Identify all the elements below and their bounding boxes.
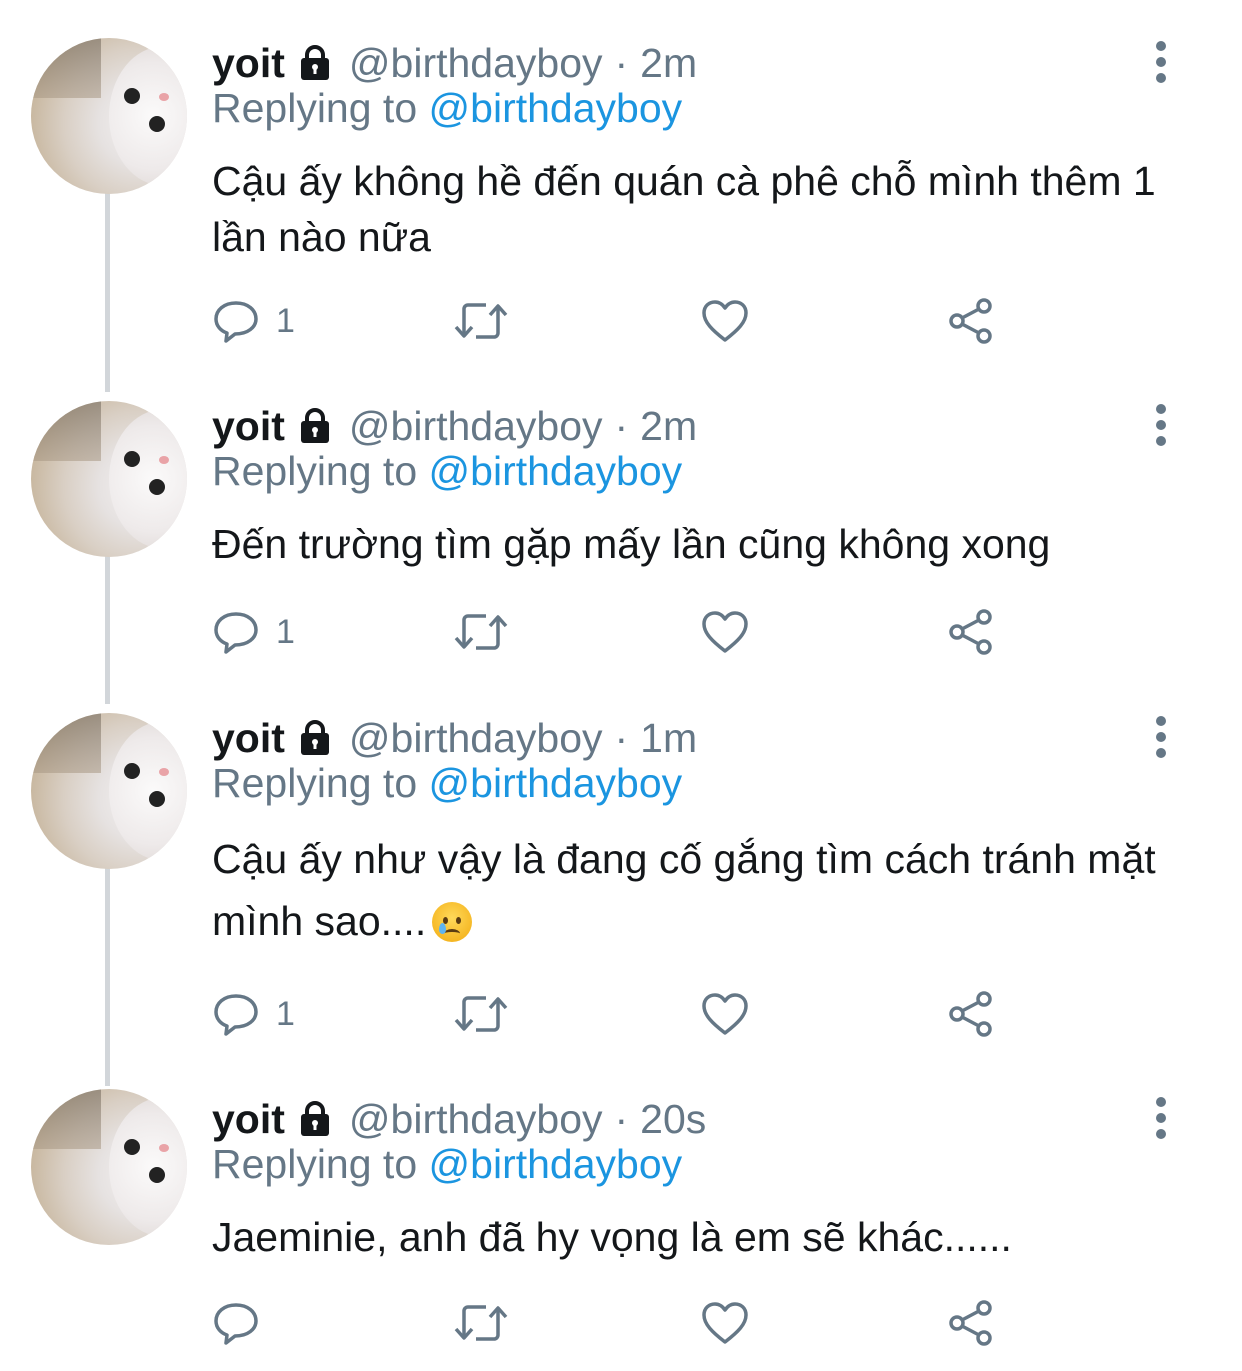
heart-icon bbox=[702, 1302, 748, 1344]
lock-icon bbox=[295, 718, 335, 758]
like-button[interactable] bbox=[700, 607, 750, 657]
like-button[interactable] bbox=[700, 296, 750, 346]
retweet-icon bbox=[454, 614, 508, 650]
user-handle[interactable]: @birthdayboy bbox=[349, 40, 603, 87]
separator-dot: · bbox=[614, 402, 629, 449]
more-vertical-icon[interactable] bbox=[1148, 715, 1174, 759]
reply-icon bbox=[214, 1303, 258, 1345]
reply-icon bbox=[214, 994, 258, 1036]
replying-to: Replying to @birthdayboy bbox=[212, 760, 682, 807]
crying-face-icon bbox=[432, 902, 473, 942]
tweet-body: Cậu ấy như vậy là đang cố gắng tìm cách … bbox=[212, 828, 1172, 952]
display-name[interactable]: yoit bbox=[212, 1096, 285, 1143]
retweet-button[interactable] bbox=[452, 989, 510, 1039]
tweet[interactable]: yoit @birthdayboy · 2m Replying to @birt… bbox=[0, 38, 1242, 368]
tweet-header: yoit @birthdayboy · 2m bbox=[212, 38, 697, 88]
retweet-button[interactable] bbox=[452, 296, 510, 346]
replying-to-mention[interactable]: @birthdayboy bbox=[429, 448, 683, 494]
share-icon bbox=[949, 1300, 992, 1346]
timestamp[interactable]: 1m bbox=[640, 715, 697, 762]
tweet[interactable]: yoit @birthdayboy · 2m Replying to @birt… bbox=[0, 401, 1242, 691]
like-button[interactable] bbox=[700, 1298, 750, 1348]
heart-icon bbox=[702, 611, 748, 653]
more-vertical-icon[interactable] bbox=[1148, 40, 1174, 84]
tweet[interactable]: yoit @birthdayboy · 1m Replying to @birt… bbox=[0, 713, 1242, 1063]
tweet-text: Cậu ấy không hề đến quán cà phê chỗ mình… bbox=[212, 158, 1156, 260]
display-name[interactable]: yoit bbox=[212, 403, 285, 450]
reply-icon bbox=[214, 301, 258, 343]
timestamp[interactable]: 2m bbox=[640, 403, 697, 450]
retweet-button[interactable] bbox=[452, 607, 510, 657]
replying-to-mention[interactable]: @birthdayboy bbox=[429, 85, 683, 131]
user-handle[interactable]: @birthdayboy bbox=[349, 403, 603, 450]
retweet-button[interactable] bbox=[452, 1298, 510, 1348]
replying-to-label: Replying to bbox=[212, 760, 418, 806]
timestamp[interactable]: 2m bbox=[640, 40, 697, 87]
timestamp[interactable]: 20s bbox=[640, 1096, 706, 1143]
user-handle[interactable]: @birthdayboy bbox=[349, 715, 603, 762]
like-button[interactable] bbox=[700, 989, 750, 1039]
tweet-text: Cậu ấy như vậy là đang cố gắng tìm cách … bbox=[212, 836, 1156, 944]
share-button[interactable] bbox=[946, 296, 996, 346]
replying-to-label: Replying to bbox=[212, 85, 418, 131]
reply-button[interactable] bbox=[212, 1298, 276, 1348]
retweet-icon bbox=[454, 1305, 508, 1341]
tweet-header: yoit @birthdayboy · 20s bbox=[212, 1094, 706, 1144]
display-name[interactable]: yoit bbox=[212, 40, 285, 87]
tweet-text: Đến trường tìm gặp mấy lần cũng không xo… bbox=[212, 521, 1051, 567]
replying-to: Replying to @birthdayboy bbox=[212, 85, 682, 132]
user-handle[interactable]: @birthdayboy bbox=[349, 1096, 603, 1143]
replying-to-mention[interactable]: @birthdayboy bbox=[429, 760, 683, 806]
share-button[interactable] bbox=[946, 1298, 996, 1348]
share-icon bbox=[949, 298, 992, 344]
separator-dot: · bbox=[614, 39, 629, 86]
share-icon bbox=[949, 609, 992, 655]
replying-to-mention[interactable]: @birthdayboy bbox=[429, 1141, 683, 1187]
reply-count: 1 bbox=[276, 612, 295, 651]
tweet-actions: 1 bbox=[212, 296, 1012, 346]
share-button[interactable] bbox=[946, 607, 996, 657]
reply-button[interactable]: 1 bbox=[212, 607, 295, 657]
reply-count: 1 bbox=[276, 994, 295, 1033]
lock-icon bbox=[295, 406, 335, 446]
reply-count: 1 bbox=[276, 301, 295, 340]
more-vertical-icon[interactable] bbox=[1148, 1096, 1174, 1140]
separator-dot: · bbox=[614, 714, 629, 761]
replying-to: Replying to @birthdayboy bbox=[212, 448, 682, 495]
more-vertical-icon[interactable] bbox=[1148, 403, 1174, 447]
tweet-actions: 1 bbox=[212, 607, 1012, 657]
heart-icon bbox=[702, 300, 748, 342]
reply-button[interactable]: 1 bbox=[212, 296, 295, 346]
tweet-actions bbox=[212, 1298, 1012, 1348]
retweet-icon bbox=[454, 996, 508, 1032]
lock-icon bbox=[295, 1099, 335, 1139]
replying-to: Replying to @birthdayboy bbox=[212, 1141, 682, 1188]
avatar[interactable] bbox=[31, 401, 187, 557]
reply-icon bbox=[214, 612, 258, 654]
replying-to-label: Replying to bbox=[212, 1141, 418, 1187]
share-button[interactable] bbox=[946, 989, 996, 1039]
avatar[interactable] bbox=[31, 713, 187, 869]
retweet-icon bbox=[454, 303, 508, 339]
display-name[interactable]: yoit bbox=[212, 715, 285, 762]
avatar[interactable] bbox=[31, 1089, 187, 1245]
separator-dot: · bbox=[614, 1095, 629, 1142]
lock-icon bbox=[295, 43, 335, 83]
tweet-actions: 1 bbox=[212, 989, 1012, 1039]
reply-button[interactable]: 1 bbox=[212, 989, 295, 1039]
heart-icon bbox=[702, 993, 748, 1035]
tweet[interactable]: yoit @birthdayboy · 20s Replying to @bir… bbox=[0, 1089, 1242, 1371]
replying-to-label: Replying to bbox=[212, 448, 418, 494]
share-icon bbox=[949, 991, 992, 1037]
avatar[interactable] bbox=[31, 38, 187, 194]
tweet-header: yoit @birthdayboy · 1m bbox=[212, 713, 697, 763]
tweet-header: yoit @birthdayboy · 2m bbox=[212, 401, 697, 451]
tweet-text: Jaeminie, anh đã hy vọng là em sẽ khác..… bbox=[212, 1214, 1012, 1260]
